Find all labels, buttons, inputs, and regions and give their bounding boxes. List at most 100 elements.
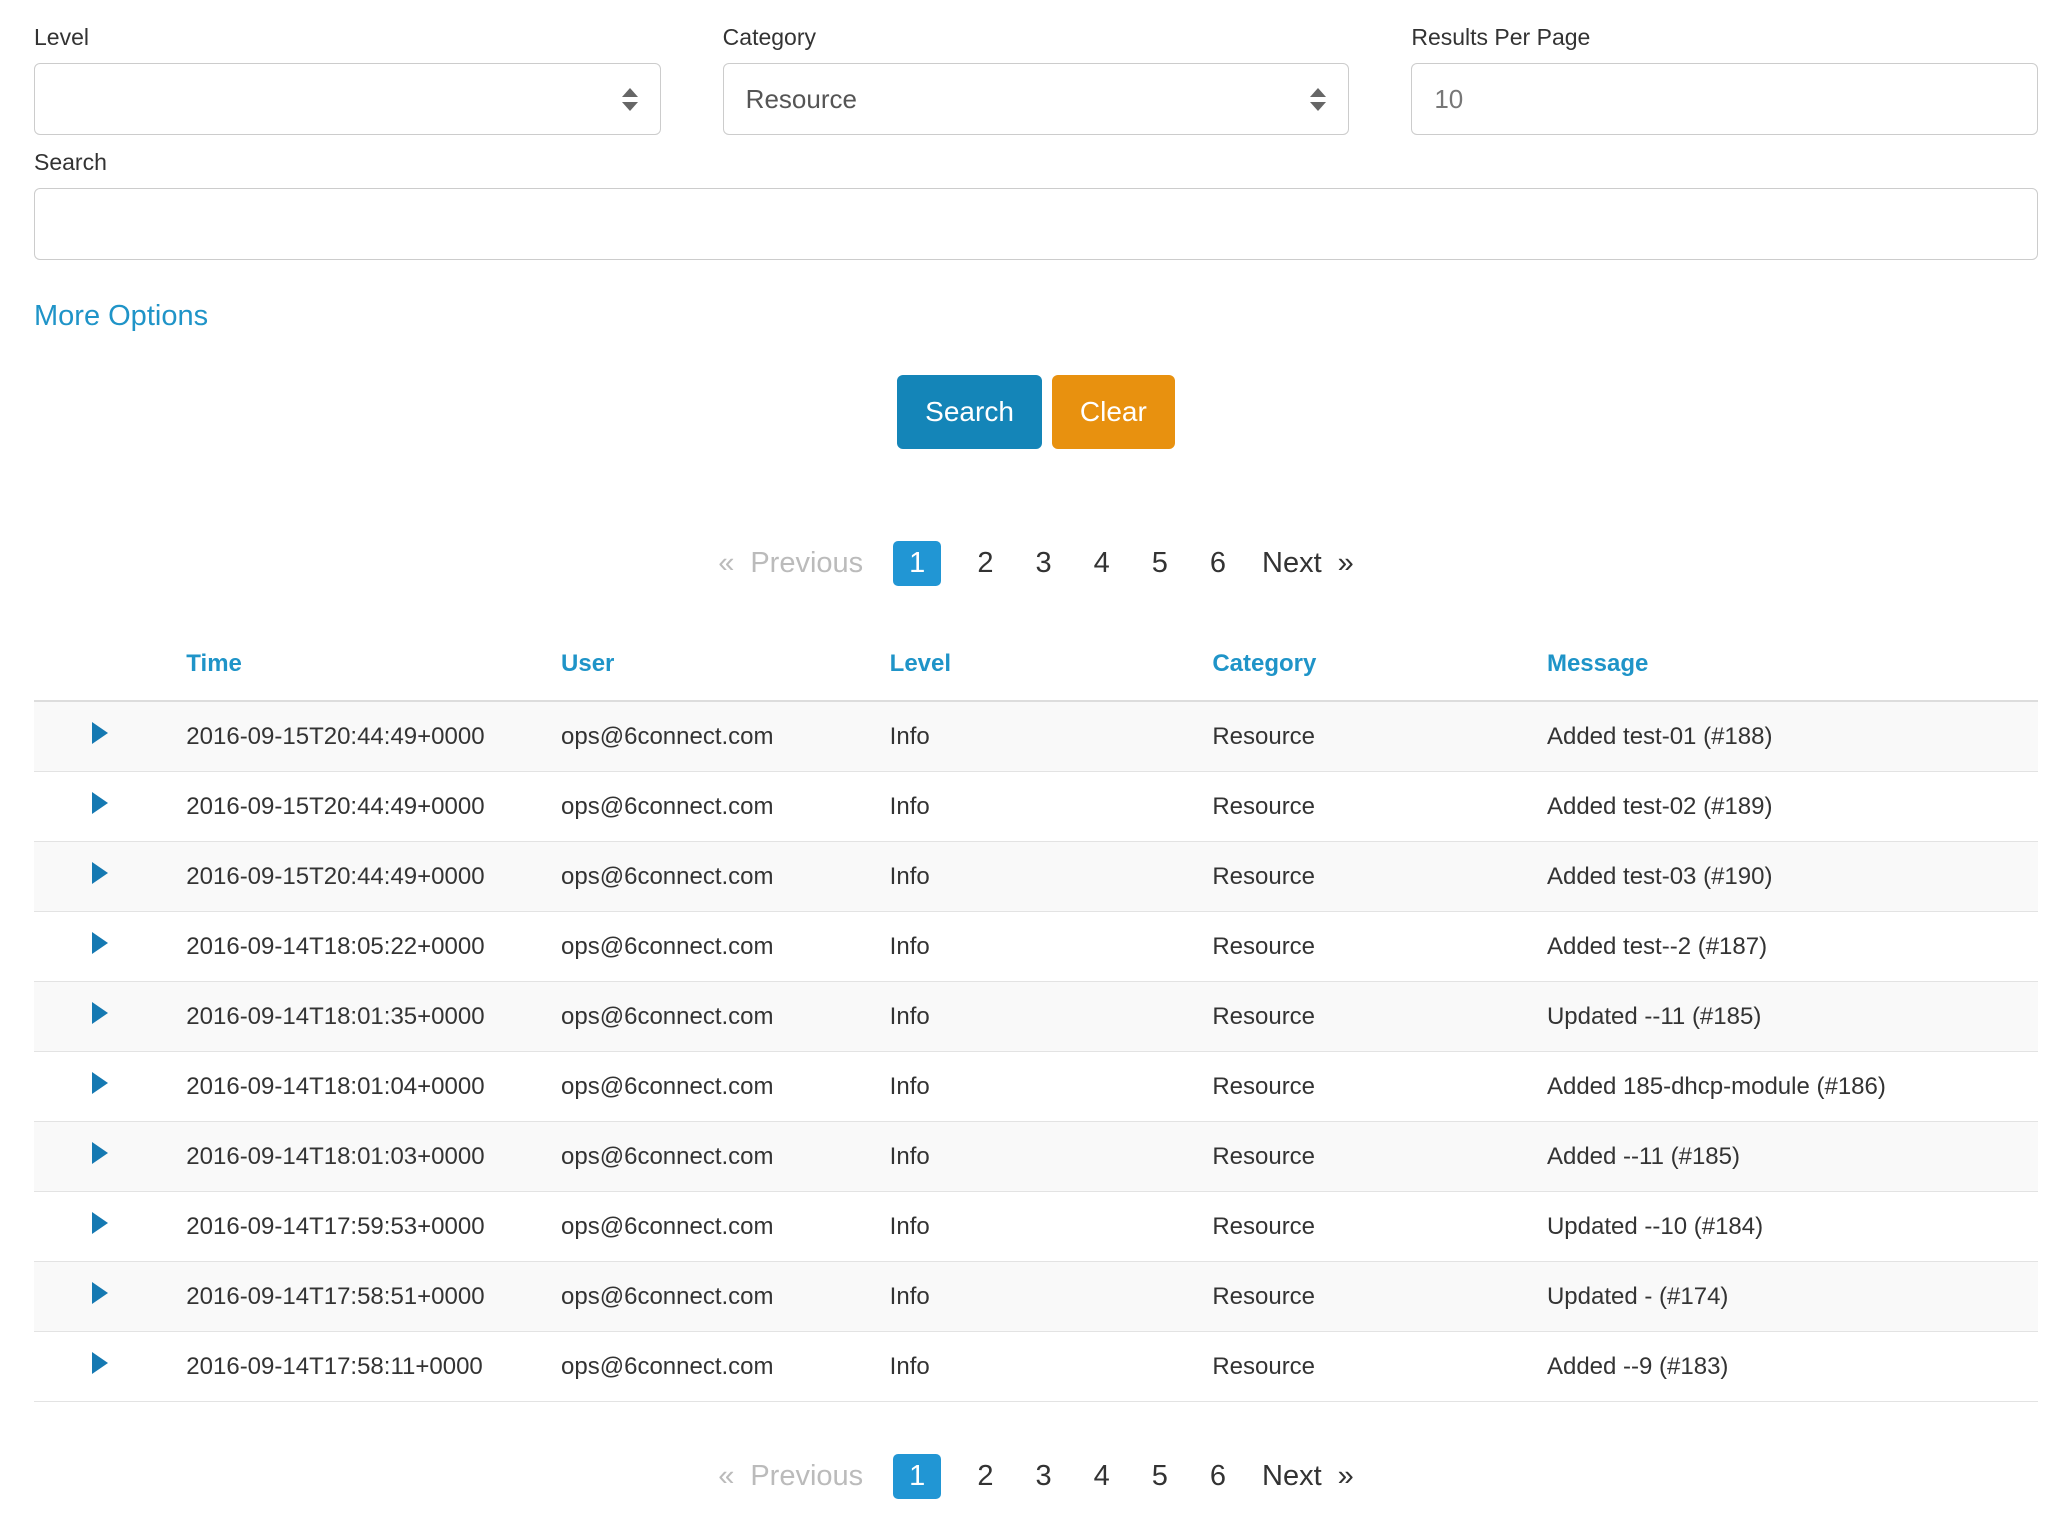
cell-category: Resource [1212, 1262, 1547, 1332]
results-per-page-input[interactable] [1411, 63, 2038, 135]
arrow-down-icon [1310, 102, 1326, 111]
page-number-1[interactable]: 1 [893, 1454, 941, 1499]
arrow-down-icon [622, 102, 638, 111]
header-category[interactable]: Category [1212, 632, 1547, 701]
expand-caret-icon[interactable] [92, 862, 108, 884]
cell-level: Info [890, 1052, 1213, 1122]
page-number-2[interactable]: 2 [971, 541, 999, 586]
page-number-5[interactable]: 5 [1146, 541, 1174, 586]
table-header-row: Time User Level Category Message [34, 632, 2038, 701]
previous-arrow-icon: « [718, 1460, 734, 1493]
expand-cell[interactable] [34, 982, 186, 1052]
more-options-link[interactable]: More Options [34, 300, 208, 333]
cell-category: Resource [1212, 701, 1547, 772]
cell-message: Added test-02 (#189) [1547, 772, 2038, 842]
filters-row: Level Category Resource Results Per Page [34, 24, 2038, 135]
expand-cell[interactable] [34, 912, 186, 982]
pagination-previous[interactable]: « Previous [718, 547, 863, 580]
clear-button[interactable]: Clear [1052, 375, 1175, 449]
search-label: Search [34, 149, 2038, 176]
expand-cell[interactable] [34, 701, 186, 772]
results-per-page-group: Results Per Page [1411, 24, 2038, 135]
cell-time: 2016-09-14T18:01:04+0000 [186, 1052, 561, 1122]
page-number-3[interactable]: 3 [1029, 1454, 1057, 1499]
expand-caret-icon[interactable] [92, 1282, 108, 1304]
header-user[interactable]: User [561, 632, 890, 701]
page-number-6[interactable]: 6 [1204, 541, 1232, 586]
cell-user: ops@6connect.com [561, 701, 890, 772]
next-label: Next [1262, 547, 1322, 580]
expand-cell[interactable] [34, 1122, 186, 1192]
expand-caret-icon[interactable] [92, 1002, 108, 1024]
expand-caret-icon[interactable] [92, 722, 108, 744]
cell-level: Info [890, 1262, 1213, 1332]
header-time[interactable]: Time [186, 632, 561, 701]
expand-caret-icon[interactable] [92, 792, 108, 814]
cell-message: Added --9 (#183) [1547, 1332, 2038, 1402]
pagination-next[interactable]: Next » [1262, 547, 1354, 580]
arrow-up-icon [622, 88, 638, 97]
cell-user: ops@6connect.com [561, 1332, 890, 1402]
button-bar: Search Clear [34, 375, 2038, 449]
table-row: 2016-09-14T17:59:53+0000 ops@6connect.co… [34, 1192, 2038, 1262]
page-number-4[interactable]: 4 [1088, 1454, 1116, 1499]
page-number-1[interactable]: 1 [893, 541, 941, 586]
pagination-previous[interactable]: « Previous [718, 1460, 863, 1493]
cell-level: Info [890, 701, 1213, 772]
cell-level: Info [890, 912, 1213, 982]
expand-cell[interactable] [34, 772, 186, 842]
cell-user: ops@6connect.com [561, 772, 890, 842]
pagination-next[interactable]: Next » [1262, 1460, 1354, 1493]
page-number-5[interactable]: 5 [1146, 1454, 1174, 1499]
cell-time: 2016-09-15T20:44:49+0000 [186, 842, 561, 912]
expand-caret-icon[interactable] [92, 1352, 108, 1374]
header-expand [34, 632, 186, 701]
table-row: 2016-09-14T18:01:04+0000 ops@6connect.co… [34, 1052, 2038, 1122]
cell-category: Resource [1212, 912, 1547, 982]
select-stepper-icon [1310, 88, 1326, 111]
previous-arrow-icon: « [718, 547, 734, 580]
expand-caret-icon[interactable] [92, 1072, 108, 1094]
cell-category: Resource [1212, 1052, 1547, 1122]
header-level[interactable]: Level [890, 632, 1213, 701]
page-number-3[interactable]: 3 [1029, 541, 1057, 586]
cell-time: 2016-09-14T18:05:22+0000 [186, 912, 561, 982]
cell-message: Updated - (#174) [1547, 1262, 2038, 1332]
cell-category: Resource [1212, 842, 1547, 912]
category-label: Category [723, 24, 1350, 51]
expand-cell[interactable] [34, 1052, 186, 1122]
cell-user: ops@6connect.com [561, 1192, 890, 1262]
page-number-4[interactable]: 4 [1088, 541, 1116, 586]
previous-label: Previous [750, 547, 863, 580]
pagination-bottom: « Previous 1 2 3 4 5 6 Next » [34, 1454, 2038, 1529]
expand-cell[interactable] [34, 1262, 186, 1332]
cell-level: Info [890, 1192, 1213, 1262]
cell-level: Info [890, 842, 1213, 912]
expand-cell[interactable] [34, 842, 186, 912]
expand-caret-icon[interactable] [92, 932, 108, 954]
header-message[interactable]: Message [1547, 632, 2038, 701]
cell-message: Added test-01 (#188) [1547, 701, 2038, 772]
cell-level: Info [890, 772, 1213, 842]
expand-cell[interactable] [34, 1332, 186, 1402]
cell-category: Resource [1212, 1122, 1547, 1192]
cell-user: ops@6connect.com [561, 1052, 890, 1122]
category-select[interactable]: Resource [723, 63, 1350, 135]
expand-caret-icon[interactable] [92, 1212, 108, 1234]
previous-label: Previous [750, 1460, 863, 1493]
cell-user: ops@6connect.com [561, 1122, 890, 1192]
level-select[interactable] [34, 63, 661, 135]
table-row: 2016-09-14T18:01:35+0000 ops@6connect.co… [34, 982, 2038, 1052]
search-button[interactable]: Search [897, 375, 1042, 449]
next-label: Next [1262, 1460, 1322, 1493]
log-table: Time User Level Category Message 2016-09… [34, 632, 2038, 1402]
search-input[interactable] [34, 188, 2038, 260]
cell-message: Added 185-dhcp-module (#186) [1547, 1052, 2038, 1122]
expand-caret-icon[interactable] [92, 1142, 108, 1164]
cell-category: Resource [1212, 1192, 1547, 1262]
page-number-2[interactable]: 2 [971, 1454, 999, 1499]
table-row: 2016-09-14T18:01:03+0000 ops@6connect.co… [34, 1122, 2038, 1192]
cell-time: 2016-09-15T20:44:49+0000 [186, 772, 561, 842]
expand-cell[interactable] [34, 1192, 186, 1262]
page-number-6[interactable]: 6 [1204, 1454, 1232, 1499]
